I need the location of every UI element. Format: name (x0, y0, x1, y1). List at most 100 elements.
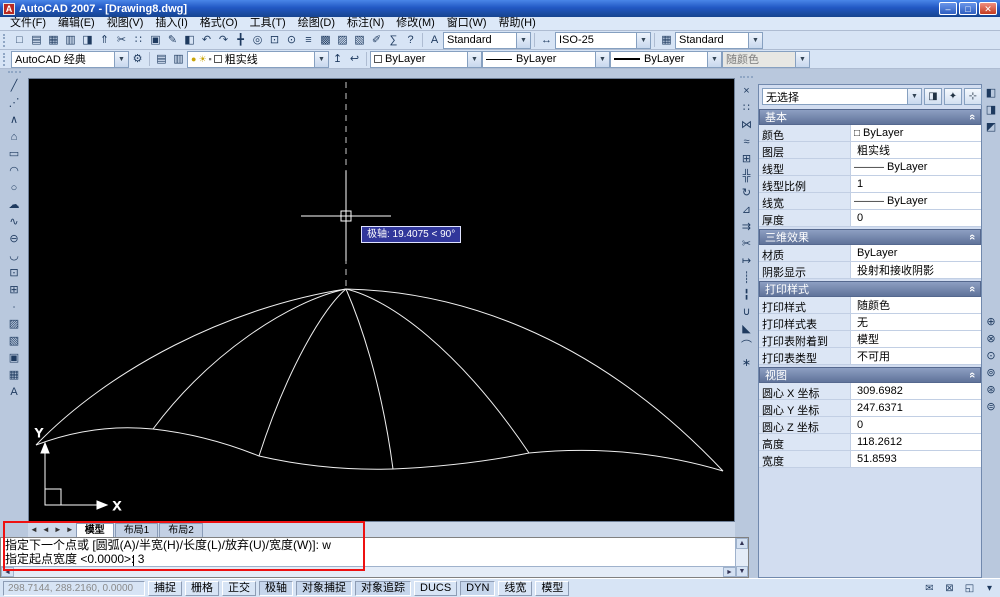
ellipse-icon[interactable]: ⊖ (5, 230, 23, 247)
revcloud-icon[interactable]: ☁ (5, 196, 23, 213)
command-hscrollbar[interactable]: ◄ ► (1, 566, 736, 577)
minimize-button[interactable]: – (939, 2, 957, 15)
command-vscrollbar[interactable]: ▲ ▼ (735, 538, 748, 577)
property-row[interactable]: 宽度 51.8593 (759, 451, 981, 468)
plot-icon[interactable]: ▥ (62, 32, 79, 48)
menu-item[interactable]: 修改(M) (390, 17, 441, 30)
ellipse-arc-icon[interactable]: ◡ (5, 247, 23, 264)
selection-combo[interactable]: 无选择 ▼ (762, 88, 922, 105)
plot-preview-icon[interactable]: ◨ (79, 32, 96, 48)
arc-icon[interactable]: ◠ (5, 162, 23, 179)
sheet-set-manager-icon[interactable]: ▧ (351, 32, 368, 48)
layer-properties-icon[interactable]: ▤ (153, 51, 170, 67)
line-icon[interactable]: ╱ (5, 77, 23, 94)
explode-icon[interactable]: ∗ (738, 354, 756, 371)
designcenter-icon[interactable]: ▩ (317, 32, 334, 48)
collapse-chevron-icon[interactable]: « (966, 114, 978, 120)
toolbar-lock-icon[interactable]: ⊠ (942, 581, 957, 596)
property-row[interactable]: 材质 ByLayer (759, 245, 981, 262)
table-style-icon[interactable]: ▦ (658, 32, 675, 48)
property-row[interactable]: 颜色 □ByLayer (759, 125, 981, 142)
workspace-combo[interactable]: AutoCAD 经典 ▼ (11, 51, 129, 68)
spline-icon[interactable]: ∿ (5, 213, 23, 230)
menu-item[interactable]: 绘图(D) (292, 17, 341, 30)
property-row[interactable]: 打印表附着到 模型 (759, 331, 981, 348)
menu-item[interactable]: 工具(T) (244, 17, 292, 30)
combo-arrow-icon[interactable]: ▼ (595, 52, 609, 67)
combo-arrow-icon[interactable]: ▼ (114, 52, 128, 67)
command-window[interactable]: 指定下一个点或 [圆弧(A)/半宽(H)/长度(L)/放弃(U)/宽度(W)]:… (0, 537, 749, 578)
region-icon[interactable]: ▣ (5, 349, 23, 366)
section-header-basic[interactable]: 基本 « (759, 109, 981, 125)
layer-combo[interactable]: ● ☀ ▪ 粗实线 ▼ (187, 51, 329, 68)
section-header-plot[interactable]: 打印样式 « (759, 281, 981, 297)
property-row[interactable]: 打印样式 随颜色 (759, 297, 981, 314)
property-row[interactable]: 线型比例 1 (759, 176, 981, 193)
combo-arrow-icon[interactable]: ▼ (467, 52, 481, 67)
table-style-combo[interactable]: Standard ▼ (675, 32, 763, 49)
match-properties-icon[interactable]: ✎ (164, 32, 181, 48)
maximize-button[interactable]: □ (959, 2, 977, 15)
layout-tab[interactable]: 布局2 (159, 523, 203, 537)
hatch-icon[interactable]: ▨ (5, 315, 23, 332)
redo-icon[interactable]: ↷ (215, 32, 232, 48)
copy-object-icon[interactable]: ∷ (738, 99, 756, 116)
move-icon[interactable]: ╬ (738, 167, 756, 184)
scroll-up-icon[interactable]: ▲ (736, 538, 748, 549)
plot-style-combo[interactable]: 随颜色 ▼ (722, 51, 810, 68)
offset-icon[interactable]: ≈ (738, 133, 756, 150)
property-row[interactable]: 阴影显示 投射和接收阴影 (759, 262, 981, 279)
status-toggle-button[interactable]: DUCS (414, 581, 457, 596)
new-file-icon[interactable]: □ (11, 32, 28, 48)
layer-previous-icon[interactable]: ↩ (346, 51, 363, 67)
property-row[interactable]: 厚度 0 (759, 210, 981, 227)
collapse-chevron-icon[interactable]: « (966, 234, 978, 240)
drawing-canvas[interactable]: X Y 极轴: 19.4075 < 90° (28, 78, 735, 522)
clean-screen-icon[interactable]: ◱ (962, 581, 977, 596)
property-row[interactable]: 打印样式表 无 (759, 314, 981, 331)
communication-center-icon[interactable]: ✉ (922, 581, 937, 596)
combo-arrow-icon[interactable]: ▼ (907, 89, 921, 104)
status-toggle-button[interactable]: 对象追踪 (355, 581, 411, 596)
workspace-settings-icon[interactable]: ⚙ (129, 51, 146, 67)
trim-icon[interactable]: ✂ (738, 235, 756, 252)
undo-icon[interactable]: ↶ (198, 32, 215, 48)
scroll-right-icon[interactable]: ► (723, 567, 736, 577)
tray-menu-icon[interactable]: ▾ (982, 581, 997, 596)
right-dock-icon-3[interactable]: ◩ (982, 118, 1000, 135)
dim-style-icon[interactable]: ↔ (538, 32, 555, 48)
tool-palettes-icon[interactable]: ▨ (334, 32, 351, 48)
make-block-icon[interactable]: ⊞ (5, 281, 23, 298)
markup-icon[interactable]: ✐ (368, 32, 385, 48)
property-row[interactable]: 图层 粗实线 (759, 142, 981, 159)
tab-nav-arrow-icon[interactable]: ► (52, 523, 64, 537)
right-dock-icon-4[interactable]: ⊕ (982, 313, 1000, 330)
dim-style-combo[interactable]: ISO-25 ▼ (555, 32, 651, 49)
menu-item[interactable]: 插入(I) (149, 17, 193, 30)
zoom-window-icon[interactable]: ⊡ (266, 32, 283, 48)
save-icon[interactable]: ▦ (45, 32, 62, 48)
select-objects-icon[interactable]: ⊹ (964, 88, 982, 105)
erase-icon[interactable]: × (738, 82, 756, 99)
join-icon[interactable]: ∪ (738, 303, 756, 320)
right-dock-icon-8[interactable]: ⊛ (982, 381, 1000, 398)
property-row[interactable]: 圆心 X 坐标 309.6982 (759, 383, 981, 400)
menu-item[interactable]: 文件(F) (4, 17, 52, 30)
coordinate-readout[interactable]: 298.7144, 288.2160, 0.0000 (3, 581, 145, 596)
combo-arrow-icon[interactable]: ▼ (636, 33, 650, 48)
table-icon[interactable]: ▦ (5, 366, 23, 383)
toolbar-grip[interactable] (3, 53, 7, 66)
publish-icon[interactable]: ⇑ (96, 32, 113, 48)
section-header-3d[interactable]: 三维效果 « (759, 229, 981, 245)
linetype-combo[interactable]: ByLayer ▼ (482, 51, 610, 68)
menu-item[interactable]: 窗口(W) (441, 17, 493, 30)
menu-item[interactable]: 帮助(H) (493, 17, 542, 30)
circle-icon[interactable]: ○ (5, 179, 23, 196)
polygon-icon[interactable]: ⌂ (5, 128, 23, 145)
layer-freeze-icon[interactable]: ☀ (198, 54, 206, 65)
text-style-icon[interactable]: A (426, 32, 443, 48)
layout-tab[interactable]: 布局1 (115, 523, 159, 537)
combo-arrow-icon[interactable]: ▼ (314, 52, 328, 67)
chamfer-icon[interactable]: ◣ (738, 320, 756, 337)
collapse-chevron-icon[interactable]: « (966, 372, 978, 378)
